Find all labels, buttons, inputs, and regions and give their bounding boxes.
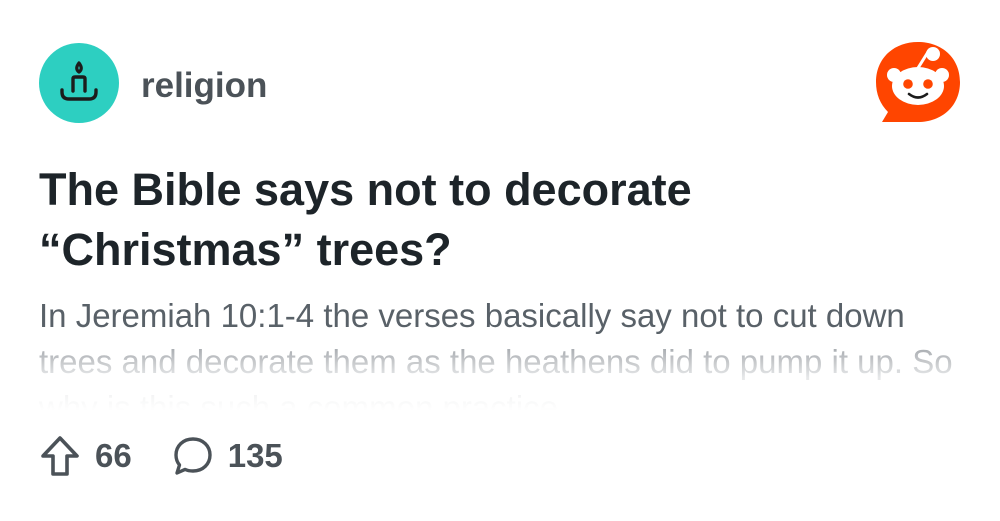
post-title[interactable]: The Bible says not to decorate “Christma… (39, 160, 939, 280)
comment-bubble-icon (172, 435, 214, 477)
upvote-arrow-icon (39, 434, 81, 478)
post-body-text: In Jeremiah 10:1-4 the verses basically … (39, 297, 953, 410)
post-title-line: The Bible says not to decorate (39, 164, 692, 215)
subreddit-name[interactable]: religion (141, 66, 267, 106)
upvote-count: 66 (95, 437, 132, 474)
reddit-logo-icon[interactable] (872, 38, 964, 128)
post-card[interactable]: religion The Bible says not to decorate … (0, 0, 1000, 521)
post-actions-bar: 66 135 (39, 432, 283, 480)
post-body-preview[interactable]: In Jeremiah 10:1-4 the verses basically … (39, 293, 969, 410)
comments-button[interactable]: 135 (172, 435, 283, 477)
upvote-button[interactable]: 66 (39, 434, 132, 478)
candle-icon (60, 61, 98, 101)
subreddit-avatar[interactable] (39, 43, 119, 123)
post-title-line: “Christmas” trees? (39, 224, 452, 275)
comment-count: 135 (227, 437, 283, 474)
